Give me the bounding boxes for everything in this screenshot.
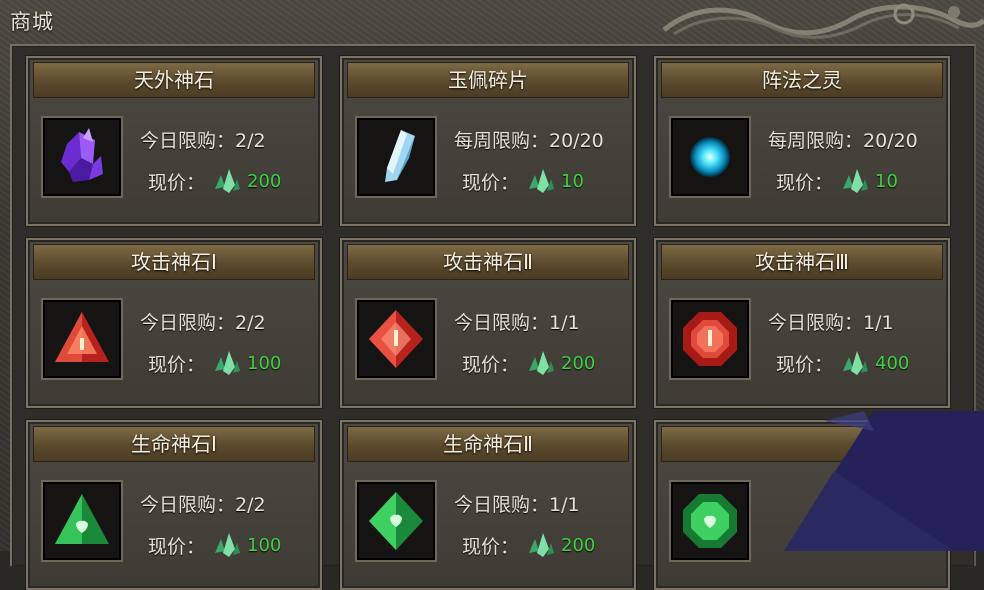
green-crystal-icon [529, 533, 555, 557]
item-name: 攻击神石Ⅱ [347, 244, 629, 280]
item-slot[interactable] [41, 480, 123, 562]
price-value: 200 [247, 170, 282, 192]
jade-shard-icon [385, 130, 415, 182]
price-row: 现价： 200 [148, 166, 281, 196]
price-row: 现价： 100 [148, 348, 281, 378]
price-label: 现价： [148, 171, 206, 194]
shop-item-card[interactable]: 生命神石Ⅰ 今日限购：2/2 现价： 100 [26, 420, 322, 590]
green-crystal-icon [529, 351, 555, 375]
item-slot[interactable] [41, 298, 123, 380]
purchase-limit: 今日限购：2/2 [140, 494, 266, 516]
price-label: 现价： [776, 353, 834, 376]
price-row: 现价： 100 [148, 530, 281, 560]
price-row: 现价： 400 [776, 348, 909, 378]
shop-item-card[interactable]: 阵法之灵 每周限购：20/20 现价： 10 [654, 56, 950, 226]
green-crystal-icon [529, 169, 555, 193]
purchase-limit: 今日限购：2/2 [140, 130, 266, 152]
price-value: 200 [561, 352, 596, 374]
purchase-limit: 今日限购：1/1 [454, 312, 580, 334]
price-label: 现价： [462, 535, 520, 558]
item-slot[interactable] [669, 116, 751, 198]
shop-item-card[interactable]: 玉佩碎片 每周限购：20/20 现价： 10 [340, 56, 636, 226]
price-label: 现价： [148, 353, 206, 376]
price-label: 现价： [462, 353, 520, 376]
price-value: 100 [247, 352, 282, 374]
item-name: 攻击神石Ⅲ [661, 244, 943, 280]
shop-item-card[interactable]: 攻击神石Ⅱ 今日限购：1/1 现价： 200 [340, 238, 636, 408]
item-name: 生命神石Ⅱ [347, 426, 629, 462]
price-label: 现价： [776, 171, 834, 194]
purchase-limit: 每周限购：20/20 [768, 130, 918, 152]
purchase-limit: 今日限购：1/1 [768, 312, 894, 334]
item-slot[interactable] [355, 298, 437, 380]
price-row: 现价： 10 [776, 166, 898, 196]
red-octagon-gem-icon [683, 312, 737, 366]
green-crystal-icon [215, 351, 241, 375]
item-slot[interactable] [669, 298, 751, 380]
item-name: 生命神石Ⅰ [33, 426, 315, 462]
purchase-limit: 每周限购：20/20 [454, 130, 604, 152]
green-crystal-icon [843, 351, 869, 375]
shop-item-card[interactable]: 生命神石Ⅱ 今日限购：1/1 现价： 200 [340, 420, 636, 590]
item-name: 天外神石 [33, 62, 315, 98]
price-label: 现价： [148, 535, 206, 558]
purchase-limit: 今日限购：2/2 [140, 312, 266, 334]
price-row: 现价： 200 [462, 348, 595, 378]
price-value: 200 [561, 534, 596, 556]
purchase-limit: 今日限购：1/1 [454, 494, 580, 516]
price-row: 现价： 10 [462, 166, 584, 196]
green-crystal-icon [215, 533, 241, 557]
price-value: 10 [875, 170, 898, 192]
item-name: 玉佩碎片 [347, 62, 629, 98]
purple-crystal-icon [61, 128, 103, 182]
watermark-overlay [784, 411, 984, 551]
green-triangle-gem-icon [55, 494, 109, 544]
red-triangle-gem-icon [55, 312, 109, 362]
item-name: 阵法之灵 [661, 62, 943, 98]
item-slot[interactable] [41, 116, 123, 198]
shop-item-card[interactable]: 攻击神石Ⅲ 今日限购：1/1 现价： 400 [654, 238, 950, 408]
price-value: 400 [875, 352, 910, 374]
price-value: 10 [561, 170, 584, 192]
item-name: 攻击神石Ⅰ [33, 244, 315, 280]
price-value: 100 [247, 534, 282, 556]
price-label: 现价： [462, 171, 520, 194]
item-slot[interactable] [355, 480, 437, 562]
green-diamond-gem-icon [369, 492, 423, 550]
item-slot[interactable] [355, 116, 437, 198]
price-row: 现价： 200 [462, 530, 595, 560]
blue-orb-icon [690, 137, 730, 177]
shop-item-card[interactable]: 攻击神石Ⅰ 今日限购：2/2 现价： 100 [26, 238, 322, 408]
red-diamond-gem-icon [369, 310, 423, 368]
green-crystal-icon [843, 169, 869, 193]
green-crystal-icon [215, 169, 241, 193]
shop-item-card[interactable]: 天外神石 今日限购：2/2 现价： 200 [26, 56, 322, 226]
